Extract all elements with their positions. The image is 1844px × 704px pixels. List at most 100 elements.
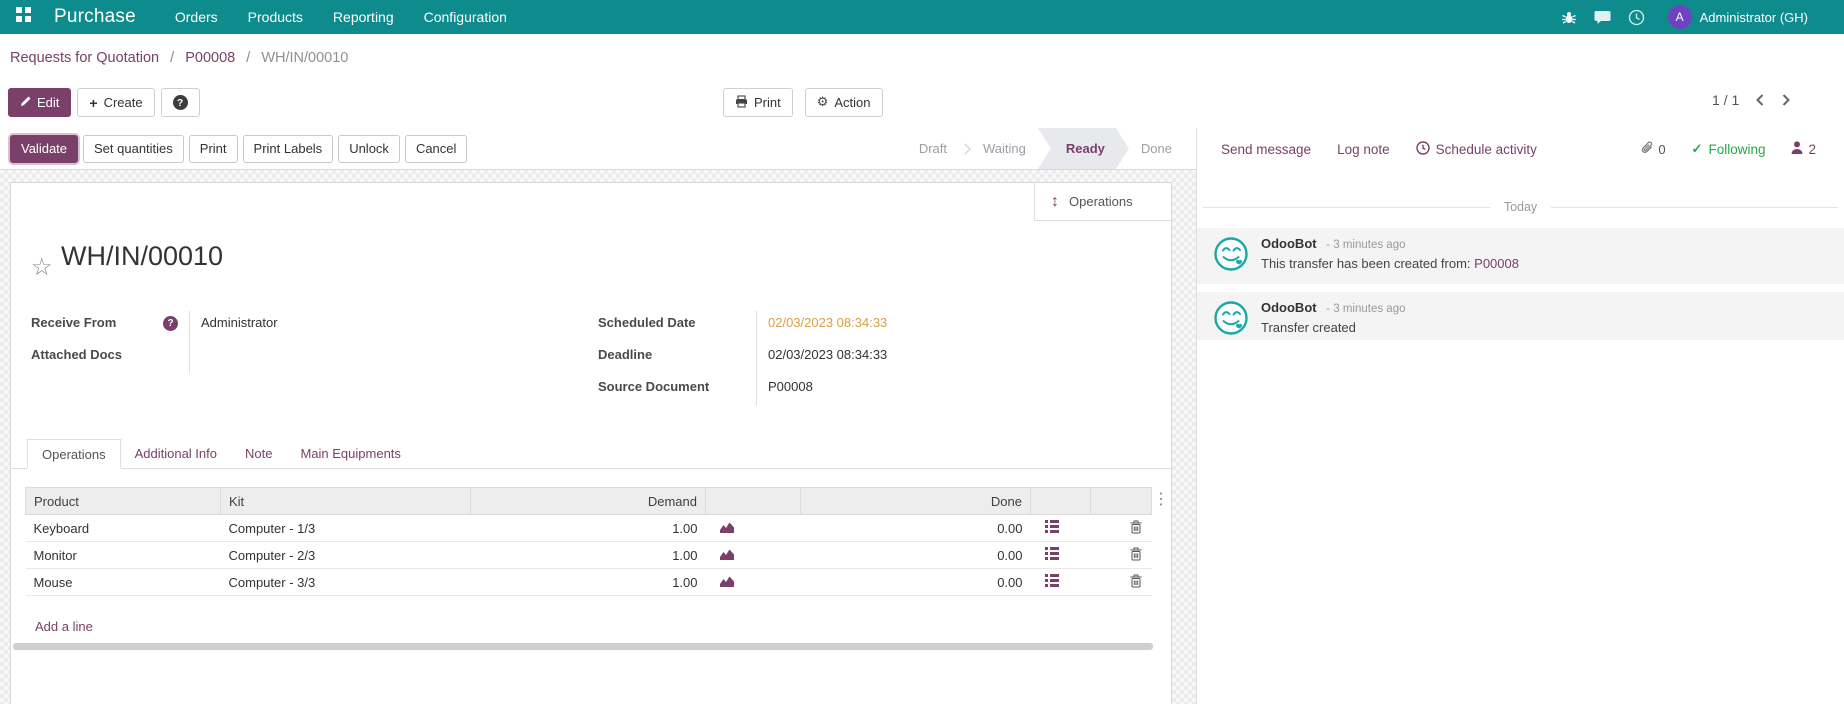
gear-icon: ⚙ [817,95,829,110]
table-row[interactable]: Mouse Computer - 3/3 1.00 0.00 [26,569,1152,596]
col-done[interactable]: Done [801,488,1031,515]
user-avatar[interactable]: A [1668,5,1692,29]
col-kit[interactable]: Kit [221,488,471,515]
cancel-button[interactable]: Cancel [405,135,467,163]
menu-products[interactable]: Products [233,0,318,34]
step-waiting[interactable]: Waiting [973,141,1036,156]
cell-demand[interactable]: 1.00 [471,515,706,542]
app-name[interactable]: Purchase [54,6,136,28]
pager-previous-button[interactable] [1755,93,1765,107]
menu-reporting[interactable]: Reporting [318,0,409,34]
validate-button[interactable]: Validate [10,135,78,163]
user-menu[interactable]: Administrator (GH) [1700,10,1808,25]
top-navbar: Purchase Orders Products Reporting Confi… [0,0,1844,34]
detailed-operations-icon[interactable] [1031,515,1091,542]
cell-kit[interactable]: Computer - 3/3 [221,569,471,596]
step-ready-active[interactable]: Ready [1038,128,1129,169]
attached-docs-label: Attached Docs [31,347,122,362]
cell-done[interactable]: 0.00 [801,542,1031,569]
set-quantities-button[interactable]: Set quantities [83,135,184,163]
cell-done[interactable]: 0.00 [801,515,1031,542]
cell-product[interactable]: Monitor [26,542,221,569]
chatter-panel: Send message Log note Schedule activity … [1196,128,1844,704]
table-row[interactable]: Monitor Computer - 2/3 1.00 0.00 [26,542,1152,569]
help-button[interactable]: ? [161,88,200,117]
apps-menu-button[interactable] [0,7,46,27]
deadline-value[interactable]: 02/03/2023 08:34:33 [768,347,887,362]
breadcrumb-rfq-link[interactable]: Requests for Quotation [10,50,159,66]
cell-product[interactable]: Mouse [26,569,221,596]
form-view-background: ↕ Operations ☆ WH/IN/00010 Receive From … [0,170,1196,704]
schedule-clock-icon [1416,141,1430,158]
delete-row-icon[interactable] [1091,569,1152,596]
cell-demand[interactable]: 1.00 [471,569,706,596]
send-message-button[interactable]: Send message [1221,142,1311,157]
message-author[interactable]: OdooBot [1261,236,1317,251]
cell-demand[interactable]: 1.00 [471,542,706,569]
field-separator [756,311,757,405]
forecast-chart-icon[interactable] [706,515,801,542]
log-note-button[interactable]: Log note [1337,142,1390,157]
scheduled-date-value[interactable]: 02/03/2023 08:34:33 [768,315,887,330]
schedule-activity-button[interactable]: Schedule activity [1416,141,1537,158]
source-document-value[interactable]: P00008 [768,379,813,394]
operations-stat-button[interactable]: ↕ Operations [1034,183,1171,221]
chatter-message[interactable]: OdooBot - 3 minutes ago This transfer ha… [1197,228,1844,284]
pager: 1 / 1 [1712,92,1791,108]
unlock-button[interactable]: Unlock [338,135,400,163]
record-title: WH/IN/00010 [61,241,223,272]
debug-bug-icon[interactable] [1552,0,1586,34]
breadcrumb-separator: / [246,50,250,66]
add-a-line-link[interactable]: Add a line [35,619,93,634]
followers-button[interactable]: 2 [1791,141,1816,157]
cell-done[interactable]: 0.00 [801,569,1031,596]
print-labels-button[interactable]: Print Labels [243,135,334,163]
edit-button[interactable]: Edit [8,88,71,117]
menu-orders[interactable]: Orders [160,0,233,34]
chatter-message[interactable]: OdooBot - 3 minutes ago Transfer created [1197,292,1844,340]
forecast-chart-icon[interactable] [706,542,801,569]
delete-row-icon[interactable] [1091,515,1152,542]
print-button[interactable]: Print [189,135,238,163]
breadcrumb-current: WH/IN/00010 [261,50,348,66]
forecast-chart-icon[interactable] [706,569,801,596]
table-row[interactable]: Keyboard Computer - 1/3 1.00 0.00 [26,515,1152,542]
cell-product[interactable]: Keyboard [26,515,221,542]
attachments-button[interactable]: 0 [1640,140,1665,158]
day-divider-label: Today [1504,200,1537,214]
step-done[interactable]: Done [1131,141,1182,156]
optional-columns-toggle[interactable]: ⋮ [1153,489,1169,509]
menu-configuration[interactable]: Configuration [409,0,522,34]
favorite-star-icon[interactable]: ☆ [31,253,53,282]
col-product[interactable]: Product [26,488,221,515]
step-draft[interactable]: Draft [909,141,957,156]
detailed-operations-icon[interactable] [1031,569,1091,596]
pencil-icon [20,95,31,110]
message-record-link[interactable]: P00008 [1474,256,1519,271]
cell-kit[interactable]: Computer - 2/3 [221,542,471,569]
receive-from-value[interactable]: Administrator [201,315,278,330]
message-author[interactable]: OdooBot [1261,300,1317,315]
field-help-icon[interactable]: ? [163,316,178,331]
cell-kit[interactable]: Computer - 1/3 [221,515,471,542]
message-body: This transfer has been created from: P00… [1261,256,1519,271]
tab-operations[interactable]: Operations [27,439,121,469]
action-menu-button[interactable]: ⚙ Action [805,88,883,117]
tab-note[interactable]: Note [231,439,286,468]
horizontal-scrollbar[interactable] [13,643,1153,650]
delete-row-icon[interactable] [1091,542,1152,569]
create-button[interactable]: + Create [77,88,154,117]
print-menu-button[interactable]: Print [723,88,793,117]
attachment-count: 0 [1658,142,1665,157]
navbar-menus: Orders Products Reporting Configuration [160,0,522,34]
following-button[interactable]: ✓ Following [1692,141,1766,157]
detailed-operations-icon[interactable] [1031,542,1091,569]
pager-next-button[interactable] [1781,93,1791,107]
operations-table: Product Kit Demand Done Keyboard Compute… [25,487,1152,596]
activities-clock-icon[interactable] [1620,0,1654,34]
tab-main-equipments[interactable]: Main Equipments [286,439,414,468]
breadcrumb-p00008-link[interactable]: P00008 [185,50,235,66]
tab-additional-info[interactable]: Additional Info [121,439,231,468]
messages-icon[interactable] [1586,0,1620,34]
col-demand[interactable]: Demand [471,488,706,515]
